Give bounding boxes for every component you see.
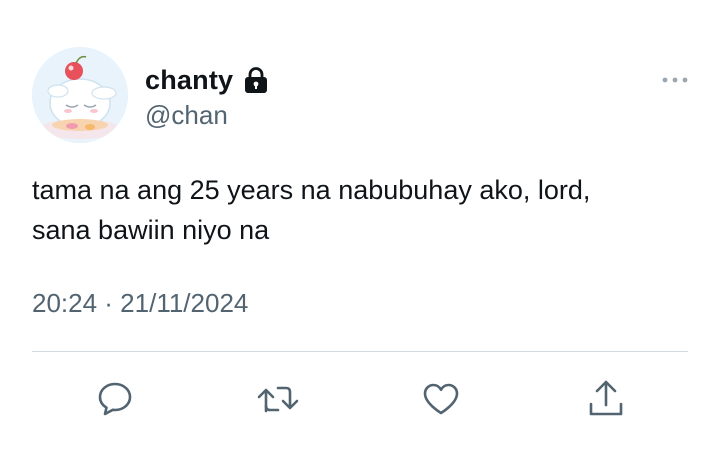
more-horizontal-icon[interactable]: [660, 72, 690, 88]
reply-icon: [98, 382, 132, 416]
retweet-icon: [257, 386, 299, 413]
avatar[interactable]: [32, 47, 128, 143]
reply-button[interactable]: [92, 376, 138, 422]
share-icon: [589, 380, 623, 416]
lock-icon: [243, 66, 269, 94]
tweet-text: tama na ang 25 years na nabubuhay ako, l…: [32, 175, 591, 245]
tweet-card: chanty @chan tama na ang 25 years na nab…: [0, 0, 720, 453]
share-button[interactable]: [583, 376, 629, 422]
author-name-row: chanty: [145, 62, 269, 98]
display-name[interactable]: chanty: [145, 65, 233, 96]
tweet-timestamp[interactable]: 20:24 · 21/11/2024: [32, 288, 248, 319]
user-handle[interactable]: @chan: [145, 100, 228, 131]
like-button[interactable]: [418, 376, 464, 422]
divider: [32, 351, 688, 352]
retweet-button[interactable]: [255, 376, 301, 422]
avatar-image: [32, 47, 128, 143]
heart-icon: [423, 383, 459, 415]
